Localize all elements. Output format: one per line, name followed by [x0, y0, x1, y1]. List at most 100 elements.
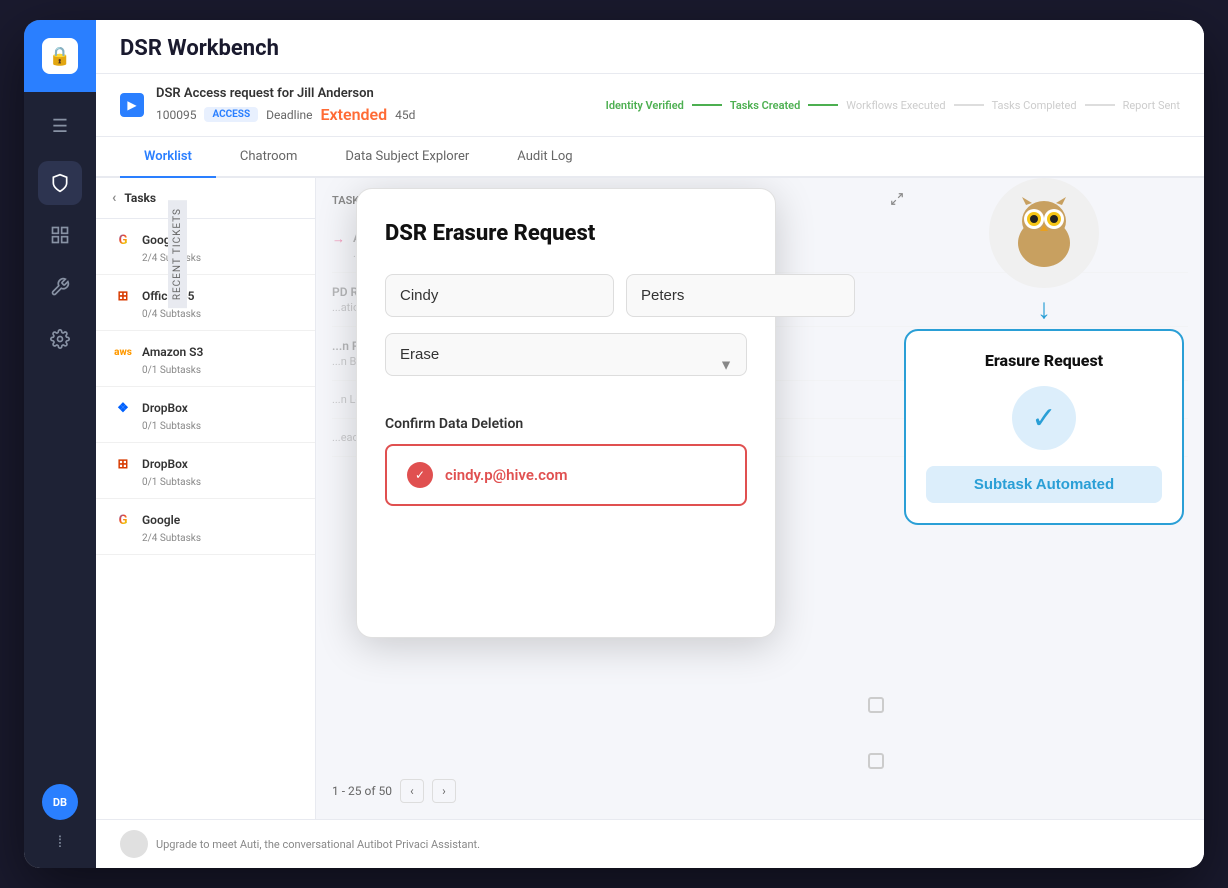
office-letter: ⊞: [118, 289, 129, 304]
upgrade-bar: Upgrade to meet Auti, the conversational…: [96, 819, 1204, 868]
logo[interactable]: 🔒: [24, 20, 96, 92]
subtask-automated-button[interactable]: Subtask Automated: [926, 466, 1162, 503]
dropbox-icon-1: ❖: [112, 397, 134, 419]
task-item-google-2[interactable]: G Google 2/4 Subtasks: [96, 499, 315, 555]
access-badge: ACCESS: [204, 107, 258, 122]
tasks-panel: ‹ Tasks G Google 2/4 Subtasks: [96, 178, 316, 819]
step-report-sent: Report Sent: [1123, 99, 1180, 112]
dropbox-name-2: DropBox: [142, 457, 188, 471]
dropbox-letter-1: ❖: [117, 401, 129, 416]
arrow-down: ↓: [904, 292, 1184, 325]
step-line-1: [692, 104, 722, 106]
step-line-3: [954, 104, 984, 106]
gear-icon: [50, 329, 70, 349]
task-item-dropbox-1[interactable]: ❖ DropBox 0/1 Subtasks: [96, 387, 315, 443]
dsr-request-title: DSR Access request for Jill Anderson: [156, 86, 415, 101]
task-item-office365[interactable]: ⊞ Office365 0/4 Subtasks: [96, 275, 315, 331]
aws-letter: aws: [114, 347, 132, 358]
email-text: cindy.p@hive.com: [445, 466, 568, 484]
expand-arrow[interactable]: ▶: [120, 93, 144, 117]
grid-icon: [50, 225, 70, 245]
page-title: DSR Workbench: [120, 36, 1180, 61]
sidebar-nav: [38, 161, 82, 784]
task-service-google-1: G Google: [112, 229, 299, 251]
name-form-row: [385, 274, 747, 317]
shield-icon: [50, 173, 70, 193]
step-line-4: [1085, 104, 1115, 106]
tab-worklist[interactable]: Worklist: [120, 137, 216, 178]
first-name-input[interactable]: [385, 274, 614, 317]
dropbox-subtasks-2: 0/1 Subtasks: [142, 477, 299, 488]
action-select[interactable]: Erase Access Restrict: [385, 333, 747, 376]
email-check-icon: ✓: [407, 462, 433, 488]
action-select-wrapper: Erase Access Restrict ▼: [385, 333, 747, 396]
task-service-office: ⊞ Office365: [112, 285, 299, 307]
aws-name: Amazon S3: [142, 345, 203, 359]
tab-chatroom[interactable]: Chatroom: [216, 137, 321, 178]
dropbox-subtasks-1: 0/1 Subtasks: [142, 421, 299, 432]
dropbox-office-letter: ⊞: [118, 457, 129, 472]
right-overlay: ↓ Erasure Request ✓ Subtask Automated: [904, 178, 1184, 525]
step-workflows: Workflows Executed: [846, 99, 945, 112]
last-name-input[interactable]: [626, 274, 855, 317]
dropbox-office-icon: ⊞: [112, 453, 134, 475]
menu-toggle[interactable]: ☰: [44, 108, 76, 145]
erasure-card: Erasure Request ✓ Subtask Automated: [904, 329, 1184, 525]
confirm-label: Confirm Data Deletion: [385, 416, 747, 432]
task-item-amazon-s3[interactable]: aws Amazon S3 0/1 Subtasks: [96, 331, 315, 387]
owl-circle: [989, 178, 1099, 288]
step-line-2: [808, 104, 838, 106]
sidebar-bottom: DB ⁞: [42, 784, 78, 868]
owl-container: [904, 178, 1184, 288]
aws-subtasks: 0/1 Subtasks: [142, 365, 299, 376]
google-icon-2: G: [112, 509, 134, 531]
google-subtasks-2: 2/4 Subtasks: [142, 533, 299, 544]
google-letter-2: G: [119, 513, 128, 528]
task-service-google-2: G Google: [112, 509, 299, 531]
upgrade-avatar: [120, 830, 148, 858]
user-avatar[interactable]: DB: [42, 784, 78, 820]
deadline-label: Deadline: [266, 108, 312, 122]
more-icon[interactable]: ⁞: [58, 832, 62, 852]
erasure-check-circle: ✓: [1012, 386, 1076, 450]
sidebar-item-grid[interactable]: [38, 213, 82, 257]
tool-icon: [50, 277, 70, 297]
tasks-label: Tasks: [124, 191, 156, 205]
owl-icon: [1004, 193, 1084, 273]
task-item-dropbox-2[interactable]: ⊞ DropBox 0/1 Subtasks: [96, 443, 315, 499]
google-letter-1: G: [119, 233, 128, 248]
dsr-erasure-modal: DSR Erasure Request Erase Access Restric…: [356, 188, 776, 638]
ticket-id: 100095: [156, 108, 196, 122]
logo-inner: 🔒: [42, 38, 78, 74]
sidebar-item-tool[interactable]: [38, 265, 82, 309]
right-area: Tasks Subtasks → Auto-Discovery ...d doc…: [316, 178, 1204, 819]
step-identity-verified: Identity Verified: [606, 99, 684, 112]
recent-tickets-tab[interactable]: RECENT TICKETS: [168, 200, 187, 308]
tab-data-subject-explorer[interactable]: Data Subject Explorer: [321, 137, 493, 178]
google-subtasks-1: 2/4 Subtasks: [142, 253, 299, 264]
tab-audit-log[interactable]: Audit Log: [493, 137, 596, 178]
progress-steps: Identity Verified Tasks Created Workflow…: [606, 99, 1180, 112]
upgrade-text: Upgrade to meet Auti, the conversational…: [156, 838, 480, 851]
content-tabs: Worklist Chatroom Data Subject Explorer …: [96, 137, 1204, 178]
dsr-request-bar: ▶ DSR Access request for Jill Anderson 1…: [96, 74, 1204, 137]
modal-title: DSR Erasure Request: [385, 221, 747, 246]
email-box: ✓ cindy.p@hive.com: [385, 444, 747, 506]
dropbox-name-1: DropBox: [142, 401, 188, 415]
office-subtasks: 0/4 Subtasks: [142, 309, 299, 320]
step-tasks-completed: Tasks Completed: [992, 99, 1077, 112]
sidebar-item-shield[interactable]: [38, 161, 82, 205]
back-button[interactable]: ‹: [112, 190, 116, 206]
task-service-dropbox-1: ❖ DropBox: [112, 397, 299, 419]
task-item-google-1[interactable]: G Google 2/4 Subtasks: [96, 219, 315, 275]
tasks-header: ‹ Tasks: [96, 178, 315, 219]
office-icon: ⊞: [112, 285, 134, 307]
task-service-aws: aws Amazon S3: [112, 341, 299, 363]
deadline-days: 45d: [395, 108, 415, 122]
google-name-2: Google: [142, 513, 180, 527]
erasure-card-title: Erasure Request: [926, 351, 1162, 370]
sidebar-item-gear[interactable]: [38, 317, 82, 361]
step-tasks-created: Tasks Created: [730, 99, 800, 112]
page-header: DSR Workbench: [96, 20, 1204, 74]
task-service-dropbox-2: ⊞ DropBox: [112, 453, 299, 475]
